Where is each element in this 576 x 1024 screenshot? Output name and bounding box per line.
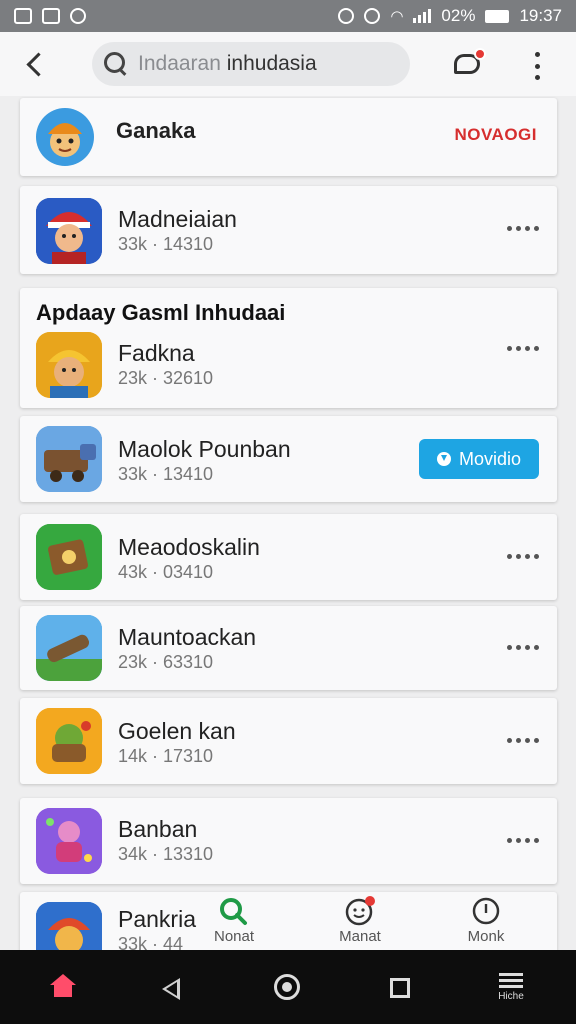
search-icon bbox=[104, 52, 128, 76]
gallery-icon bbox=[14, 8, 32, 24]
tab-nonat[interactable]: Nonat bbox=[194, 896, 274, 950]
more-options-icon[interactable] bbox=[507, 836, 539, 844]
search-query: inhudasia bbox=[226, 52, 317, 75]
tab-label: Manat bbox=[339, 928, 381, 945]
list-item[interactable]: Mauntoackan 23k · 63310 bbox=[20, 606, 557, 690]
app-meta: 33k · 13410 bbox=[118, 464, 214, 484]
battery-percent: 02% bbox=[441, 6, 476, 25]
install-button-label: Movidio bbox=[458, 448, 522, 469]
tab-manat[interactable]: Manat bbox=[320, 896, 400, 950]
featured-card[interactable]: Ganaka NOVAOGI bbox=[20, 98, 557, 176]
app-icon bbox=[36, 426, 102, 492]
smiley-icon bbox=[344, 896, 376, 926]
app-meta: 23k · 32610 bbox=[118, 368, 214, 388]
home-button-icon[interactable] bbox=[274, 974, 300, 1000]
app-name: Mauntoackan bbox=[118, 624, 257, 650]
more-options-icon[interactable] bbox=[507, 736, 539, 744]
bottom-tab-bar: Nonat Manat Monk bbox=[0, 888, 576, 950]
app-icon bbox=[36, 808, 102, 874]
section-card: Apdaay Gasml Inhudaai Fadkna 23k · 32610 bbox=[20, 288, 557, 408]
list-item[interactable]: Banban 34k · 13310 bbox=[20, 798, 557, 884]
download-icon bbox=[436, 452, 451, 466]
app-icon bbox=[36, 615, 102, 681]
signal-icon bbox=[413, 9, 432, 23]
app-meta: 23k · 63310 bbox=[118, 652, 214, 672]
app-meta: 33k · 14310 bbox=[118, 234, 214, 254]
list-item[interactable]: Madneiaian 33k · 14310 bbox=[20, 186, 557, 274]
search-input[interactable]: Indaaran inhudasia bbox=[92, 42, 410, 86]
info-icon bbox=[470, 896, 502, 926]
tab-label: Monk bbox=[467, 928, 505, 945]
app-meta: 34k · 13310 bbox=[118, 844, 214, 864]
app-meta: 43k · 03410 bbox=[118, 562, 214, 582]
back-arrow-icon[interactable] bbox=[22, 48, 52, 80]
battery-icon bbox=[485, 9, 510, 23]
more-options-icon[interactable] bbox=[507, 344, 539, 352]
notification-badge bbox=[474, 48, 486, 60]
app-name: Maolok Pounban bbox=[118, 436, 291, 462]
tab-monk[interactable]: Monk bbox=[446, 896, 526, 950]
featured-app-icon bbox=[36, 108, 94, 166]
app-name: Banban bbox=[118, 816, 198, 842]
back-icon[interactable] bbox=[162, 978, 180, 1000]
app-icon bbox=[36, 708, 102, 774]
app-meta: 14k · 17310 bbox=[118, 746, 214, 766]
featured-badge[interactable]: NOVAOGI bbox=[454, 125, 537, 145]
tab-label: Nonat bbox=[213, 928, 255, 945]
more-options-icon[interactable] bbox=[507, 552, 539, 560]
app-name: Fadkna bbox=[118, 340, 195, 366]
status-bar: ◠ 02% 19:37 bbox=[0, 0, 576, 32]
menu-label: Hiche bbox=[498, 991, 524, 1002]
list-item[interactable]: Maolok Pounban 33k · 13410 Movidio bbox=[20, 416, 557, 502]
app-name: Goelen kan bbox=[118, 718, 236, 744]
list-item[interactable]: Goelen kan 14k · 17310 bbox=[20, 698, 557, 784]
vibrate-icon bbox=[364, 8, 381, 24]
search-placeholder: Indaaran bbox=[138, 52, 221, 75]
app-name: Madneiaian bbox=[118, 206, 237, 232]
app-bar: Indaaran inhudasia bbox=[0, 32, 576, 96]
messenger-icon bbox=[70, 8, 86, 24]
system-nav-bar: Hiche bbox=[0, 950, 576, 1024]
home-icon[interactable] bbox=[50, 974, 76, 998]
section-title: Apdaay Gasml Inhudaai bbox=[36, 300, 286, 325]
more-options-icon[interactable] bbox=[507, 643, 539, 651]
search-icon bbox=[218, 896, 250, 926]
app-icon bbox=[36, 524, 102, 590]
wifi-icon: ◠ bbox=[390, 8, 404, 25]
recents-icon[interactable] bbox=[390, 978, 410, 998]
more-options-icon[interactable] bbox=[507, 224, 539, 232]
featured-app-name: Ganaka bbox=[116, 118, 196, 143]
menu-icon[interactable]: Hiche bbox=[494, 970, 528, 1010]
app-name: Meaodoskalin bbox=[118, 534, 260, 560]
list-item[interactable]: Meaodoskalin 43k · 03410 bbox=[20, 514, 557, 600]
install-button[interactable]: Movidio bbox=[419, 439, 539, 479]
alarm-icon bbox=[338, 8, 355, 24]
overflow-menu-icon[interactable] bbox=[530, 52, 544, 80]
notifications-button[interactable] bbox=[452, 48, 486, 80]
clock: 19:37 bbox=[519, 6, 562, 25]
app-icon bbox=[36, 332, 102, 398]
app-icon bbox=[36, 198, 102, 264]
image-icon bbox=[42, 8, 60, 24]
